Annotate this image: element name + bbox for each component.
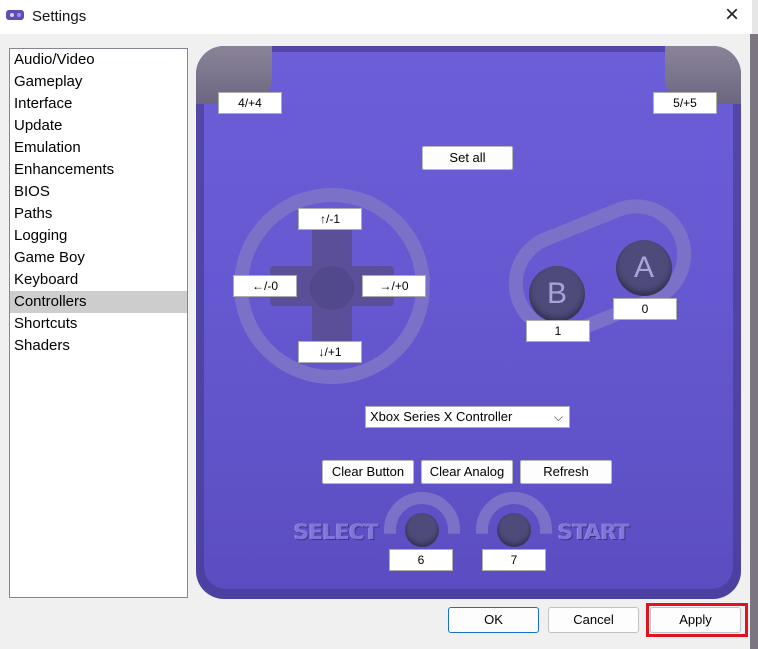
clear-button-button[interactable]: Clear Button: [322, 460, 414, 484]
a-button[interactable]: A: [616, 240, 672, 296]
start-binding[interactable]: 7: [482, 549, 546, 571]
sidebar-item-shortcuts[interactable]: Shortcuts: [10, 313, 187, 335]
dpad-right-binding[interactable]: →/+0: [362, 275, 426, 297]
cancel-button[interactable]: Cancel: [548, 607, 639, 633]
dpad-up-binding[interactable]: ↑/-1: [298, 208, 362, 230]
refresh-button[interactable]: Refresh: [520, 460, 612, 484]
start-label: START: [558, 520, 630, 544]
settings-category-list[interactable]: Audio/Video Gameplay Interface Update Em…: [9, 48, 188, 598]
apply-button[interactable]: Apply: [650, 607, 741, 633]
sidebar-item-update[interactable]: Update: [10, 115, 187, 137]
start-button[interactable]: [497, 513, 531, 547]
b-button[interactable]: B: [529, 266, 585, 322]
controller-device-value: Xbox Series X Controller: [370, 409, 513, 424]
sidebar-item-enhancements[interactable]: Enhancements: [10, 159, 187, 181]
select-label: SELECT: [294, 520, 378, 544]
dpad-center: [310, 266, 354, 310]
select-button[interactable]: [405, 513, 439, 547]
sidebar-item-gameplay[interactable]: Gameplay: [10, 71, 187, 93]
controller-device-dropdown[interactable]: Xbox Series X Controller ⌵: [365, 406, 570, 428]
window-edge: [752, 0, 758, 34]
dpad-left-binding[interactable]: ←/-0: [233, 275, 297, 297]
ok-button[interactable]: OK: [448, 607, 539, 633]
sidebar-item-shaders[interactable]: Shaders: [10, 335, 187, 357]
sidebar-item-controllers[interactable]: Controllers: [10, 291, 187, 313]
title-bar: Settings ×: [0, 0, 758, 34]
sidebar-item-interface[interactable]: Interface: [10, 93, 187, 115]
chevron-down-icon: ⌵: [553, 410, 563, 424]
set-all-button[interactable]: Set all: [422, 146, 513, 170]
r-button-binding[interactable]: 5/+5: [653, 92, 717, 114]
sidebar-item-paths[interactable]: Paths: [10, 203, 187, 225]
b-button-binding[interactable]: 1: [526, 320, 590, 342]
close-icon[interactable]: ×: [720, 3, 744, 28]
sidebar-item-keyboard[interactable]: Keyboard: [10, 269, 187, 291]
background-window-edge: [750, 34, 758, 649]
clear-analog-button[interactable]: Clear Analog: [421, 460, 513, 484]
sidebar-item-audio-video[interactable]: Audio/Video: [10, 49, 187, 71]
app-icon: [6, 10, 24, 20]
dpad-down-binding[interactable]: ↓/+1: [298, 341, 362, 363]
sidebar-item-logging[interactable]: Logging: [10, 225, 187, 247]
select-binding[interactable]: 6: [389, 549, 453, 571]
a-button-binding[interactable]: 0: [613, 298, 677, 320]
sidebar-item-emulation[interactable]: Emulation: [10, 137, 187, 159]
window-title: Settings: [32, 8, 87, 25]
sidebar-item-game-boy[interactable]: Game Boy: [10, 247, 187, 269]
l-button-binding[interactable]: 4/+4: [218, 92, 282, 114]
sidebar-item-bios[interactable]: BIOS: [10, 181, 187, 203]
